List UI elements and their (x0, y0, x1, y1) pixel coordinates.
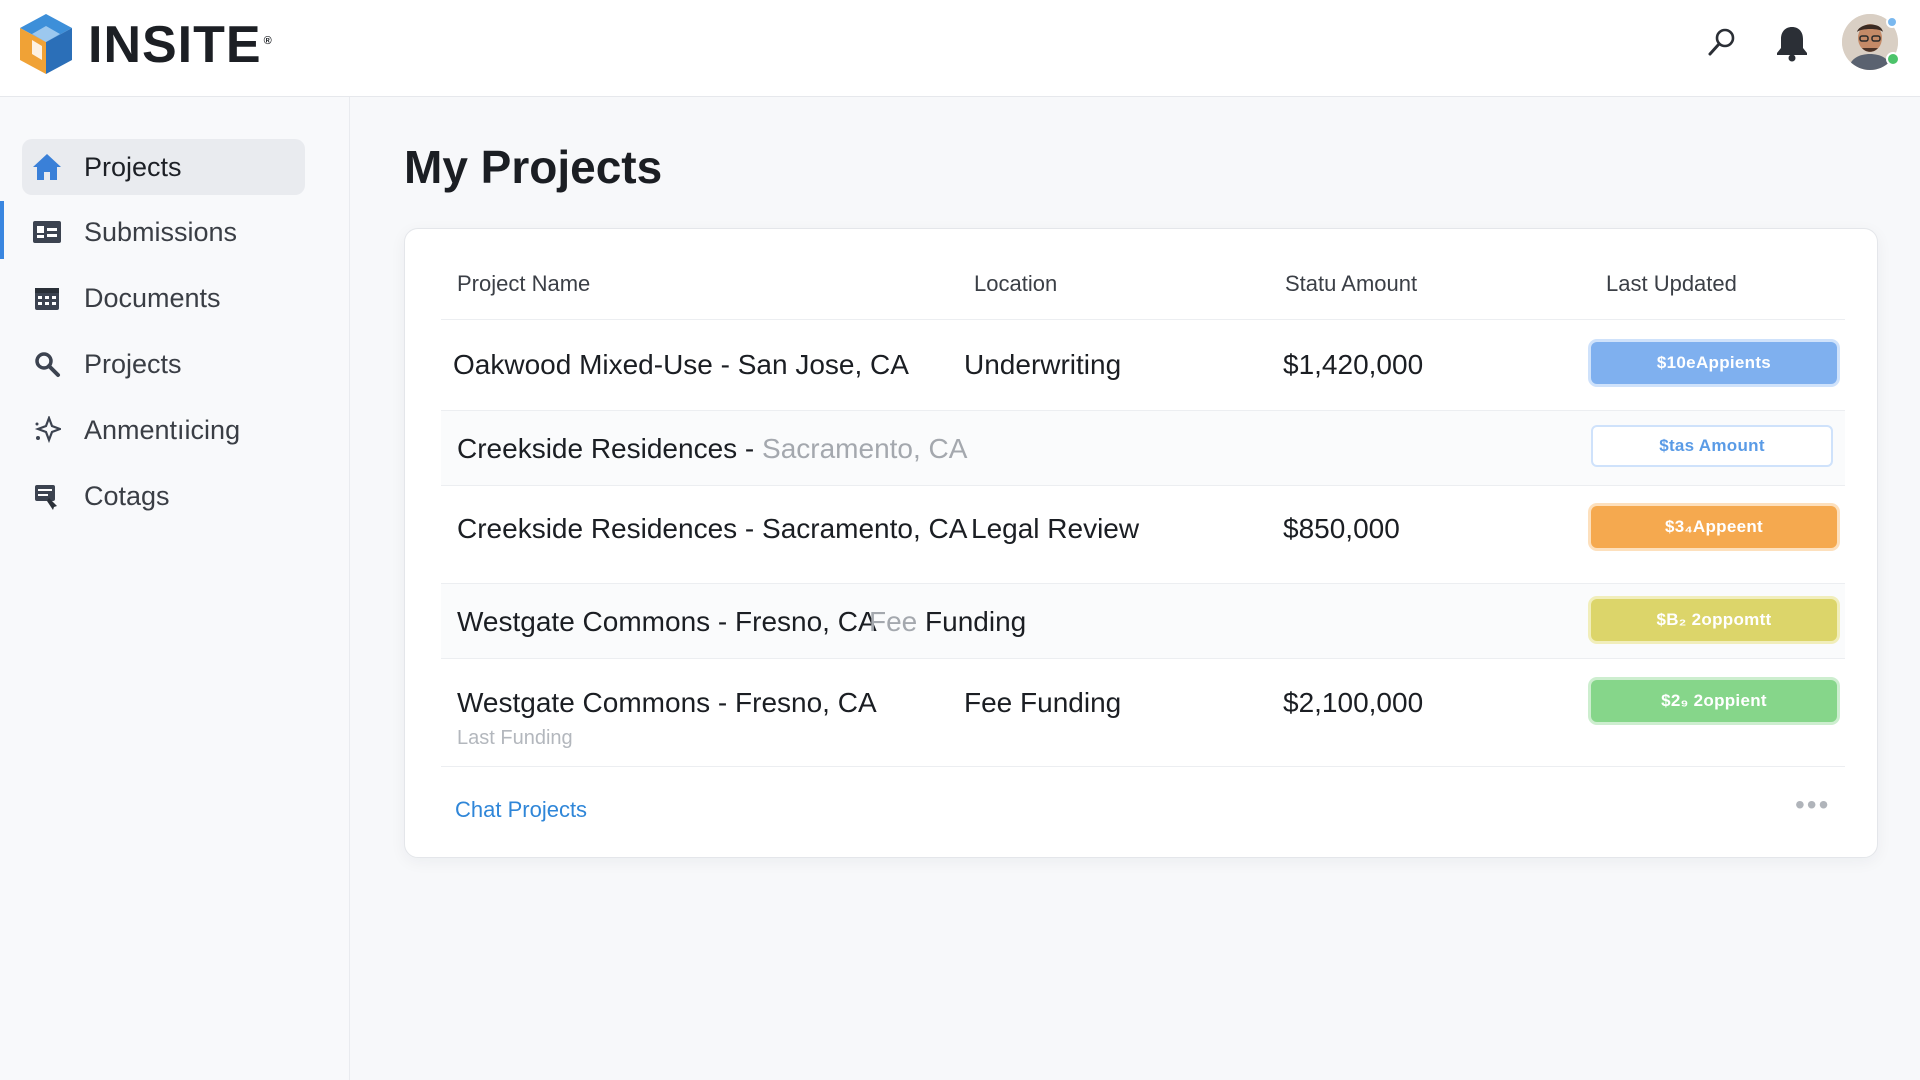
calendar-icon (30, 281, 64, 315)
status-badge[interactable]: $B₂ 2oppomtt (1591, 599, 1837, 641)
project-amount: $2,100,000 (1283, 687, 1424, 718)
header-divider (441, 319, 1845, 320)
more-options-icon[interactable]: ••• (1795, 789, 1830, 821)
sidebar-item-projects[interactable]: Projects (22, 139, 305, 195)
table-row[interactable]: Westgate Commons - Fresno, CA Fee Fundin… (441, 584, 1845, 658)
column-header-last-updated[interactable]: Last Updated (1606, 271, 1737, 297)
project-amount: $850,000 (1283, 513, 1400, 544)
sidebar-item-projects-search[interactable]: Projects (22, 336, 305, 392)
project-name: Westgate Commons - Fresno, CA (457, 687, 877, 718)
location-muted: Fee (869, 606, 918, 637)
sparkle-icon (30, 413, 64, 447)
sidebar-item-announcing[interactable]: Anmentıicing (22, 402, 305, 458)
page-title: My Projects (404, 141, 663, 193)
row-divider (441, 658, 1845, 659)
status-badge[interactable]: $tas Amount (1591, 425, 1833, 467)
table-row[interactable]: Creekside Residences - Sacramento, CA $t… (441, 411, 1845, 485)
top-bar: INSITE ® (0, 0, 1920, 97)
sidebar-item-submissions[interactable]: Submissions (22, 204, 305, 260)
project-name: Oakwood Mixed-Use - San Jose, CA (453, 349, 909, 380)
search-icon (30, 347, 64, 381)
cube-logo-icon (20, 14, 72, 74)
chat-projects-link[interactable]: Chat Projects (455, 797, 587, 823)
column-header-status-amount[interactable]: Statu Amount (1285, 271, 1417, 297)
sidebar-item-label: Submissions (84, 216, 238, 247)
column-header-location[interactable]: Location (974, 271, 1057, 297)
project-subtext: Last Funding (457, 727, 573, 749)
active-indicator (0, 201, 4, 259)
app-name: INSITE ® (88, 16, 273, 74)
project-location: Fee Funding (964, 687, 1122, 718)
status-badge[interactable]: $2₉ 2oppient (1591, 680, 1837, 722)
sidebar-item-label: Documents (84, 282, 221, 313)
search-icon[interactable] (1706, 26, 1738, 63)
id-card-icon (30, 215, 64, 249)
project-name: Creekside Residences - Sacramento, CA (457, 513, 968, 544)
projects-table-card: Project Name Location Statu Amount Last … (404, 228, 1878, 858)
project-location: Underwriting (964, 349, 1122, 380)
sidebar: Projects Submissions Documents Projects … (0, 97, 350, 1080)
project-name: Creekside Residences - Sacramento, CA (457, 433, 968, 464)
project-name-muted: Sacramento, CA (762, 433, 968, 464)
sidebar-item-label: Anmentıicing (84, 414, 241, 445)
online-status-dot (1886, 52, 1900, 66)
row-divider (441, 766, 1845, 767)
home-icon (30, 150, 64, 184)
sidebar-item-label: Cotags (84, 480, 170, 511)
row-divider (441, 485, 1845, 486)
project-name: Westgate Commons - Fresno, CA (457, 606, 877, 637)
sidebar-item-cotags[interactable]: Cotags (22, 468, 305, 524)
registered-mark: ® (263, 34, 273, 47)
status-badge[interactable]: $10eAppients (1591, 342, 1837, 384)
project-amount: $1,420,000 (1283, 349, 1424, 380)
tag-icon (30, 479, 64, 513)
sidebar-item-label: Projects (84, 151, 182, 182)
notification-dot (1886, 16, 1898, 28)
sidebar-item-documents[interactable]: Documents (22, 270, 305, 326)
bell-icon[interactable] (1774, 24, 1810, 67)
project-location: Legal Review (971, 513, 1140, 544)
project-location: Fee Funding (869, 606, 1027, 637)
column-header-project-name[interactable]: Project Name (457, 271, 590, 297)
status-badge[interactable]: $3₄Appeent (1591, 506, 1837, 548)
sidebar-item-label: Projects (84, 348, 182, 379)
app-logo[interactable]: INSITE ® (16, 12, 273, 78)
